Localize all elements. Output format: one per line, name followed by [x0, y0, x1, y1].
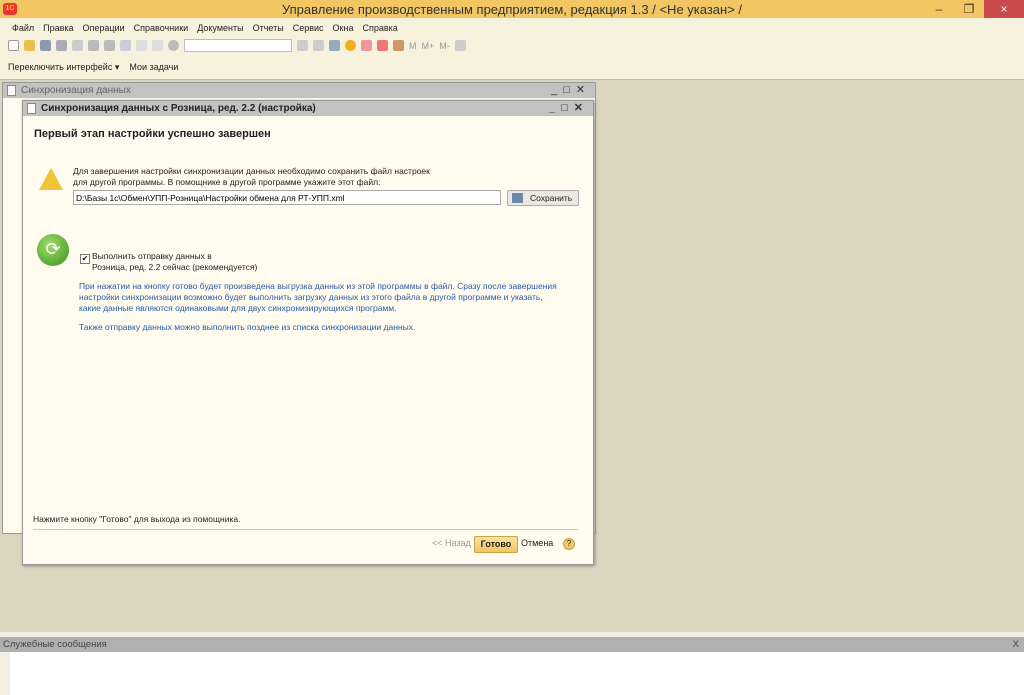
back-button[interactable]: << Назад	[432, 538, 471, 548]
messages-panel-body	[0, 652, 1024, 695]
copy-icon[interactable]	[72, 40, 83, 51]
windows-icon[interactable]	[329, 40, 340, 51]
dialog-window-controls[interactable]: _□✕	[549, 101, 589, 116]
dialog-title: Синхронизация данных с Розница, ред. 2.2…	[41, 103, 316, 114]
done-button[interactable]: Готово	[474, 536, 518, 553]
new-icon[interactable]	[8, 40, 19, 51]
redo-icon[interactable]	[152, 40, 163, 51]
cut-icon[interactable]	[56, 40, 67, 51]
cancel-button[interactable]: Отмена	[521, 538, 553, 548]
main-menu: Файл Правка Операции Справочники Докумен…	[12, 23, 398, 33]
calendar-icon[interactable]	[377, 40, 388, 51]
dialog-heading: Первый этап настройки успешно завершен	[34, 128, 271, 140]
paste-icon[interactable]	[88, 40, 99, 51]
outer-window-titlebar: Синхронизация данных _□✕	[3, 83, 595, 98]
panel-toolbar: Переключить интерфейс ▾ Мои задачи	[8, 62, 178, 73]
save-button[interactable]: Сохранить	[507, 190, 579, 206]
print-icon[interactable]	[104, 40, 115, 51]
toolbar: M M+ M-	[8, 39, 466, 52]
document-icon	[7, 85, 16, 96]
footer-hint: Нажмите кнопку "Готово" для выхода из по…	[33, 514, 241, 524]
menu-reports[interactable]: Отчеты	[253, 23, 284, 33]
send-now-checkbox[interactable]: ✔	[80, 254, 90, 264]
save-icon[interactable]	[40, 40, 51, 51]
outer-window-controls[interactable]: _□✕	[551, 83, 591, 98]
divider	[33, 529, 578, 530]
outer-window-title: Синхронизация данных	[21, 85, 131, 96]
help-icon[interactable]: ?	[563, 538, 575, 550]
close-button[interactable]: ×	[984, 0, 1024, 18]
preview-icon[interactable]	[120, 40, 131, 51]
search-input[interactable]	[184, 39, 292, 52]
menu-edit[interactable]: Правка	[43, 23, 73, 33]
menu-help[interactable]: Справка	[362, 23, 397, 33]
menu-service[interactable]: Сервис	[293, 23, 324, 33]
dialog-titlebar: Синхронизация данных с Розница, ред. 2.2…	[23, 101, 593, 116]
menu-documents[interactable]: Документы	[197, 23, 243, 33]
restore-button[interactable]: ❐	[954, 0, 984, 18]
memory-minus-button[interactable]: M-	[439, 41, 450, 51]
export-note: При нажатии на кнопку готово будет произ…	[79, 281, 557, 313]
sync-icon: ⟳	[37, 234, 69, 266]
messages-close-button[interactable]: X	[1013, 637, 1019, 652]
info-icon[interactable]	[345, 40, 356, 51]
setup-dialog: Синхронизация данных с Розница, ред. 2.2…	[22, 100, 594, 565]
command-area: Файл Правка Операции Справочники Докумен…	[0, 18, 1024, 80]
switch-interface-button[interactable]: Переключить интерфейс ▾	[8, 62, 119, 73]
menu-operations[interactable]: Операции	[83, 23, 125, 33]
messages-panel-title: Служебные сообщения	[3, 639, 107, 650]
warning-icon	[39, 168, 63, 190]
memory-plus-button[interactable]: M+	[422, 41, 435, 51]
window-title: Управление производственным предприятием…	[281, 2, 743, 17]
floppy-icon	[512, 193, 523, 203]
users-icon[interactable]	[393, 40, 404, 51]
messages-panel-header: Служебные сообщения X	[0, 637, 1024, 652]
find-next-icon[interactable]	[297, 40, 308, 51]
calculator-icon[interactable]	[361, 40, 372, 51]
menu-windows[interactable]: Окна	[333, 23, 354, 33]
info-text: Для завершения настройки синхронизации д…	[73, 166, 430, 187]
file-path-input[interactable]	[73, 190, 501, 205]
open-icon[interactable]	[24, 40, 35, 51]
find-prev-icon[interactable]	[313, 40, 324, 51]
menu-references[interactable]: Справочники	[134, 23, 189, 33]
minimize-button[interactable]: –	[924, 0, 954, 18]
menu-file[interactable]: Файл	[12, 23, 34, 33]
later-note: Также отправку данных можно выполнить по…	[79, 322, 416, 332]
memory-m-button[interactable]: M	[409, 41, 417, 51]
send-now-label[interactable]: Выполнить отправку данных в Розница, ред.…	[92, 251, 257, 273]
search-icon[interactable]	[168, 40, 179, 51]
document-icon	[27, 103, 36, 114]
title-bar: 1С Управление производственным предприят…	[0, 0, 1024, 18]
my-tasks-button[interactable]: Мои задачи	[129, 62, 178, 73]
undo-icon[interactable]	[136, 40, 147, 51]
tools-icon[interactable]	[454, 40, 466, 51]
